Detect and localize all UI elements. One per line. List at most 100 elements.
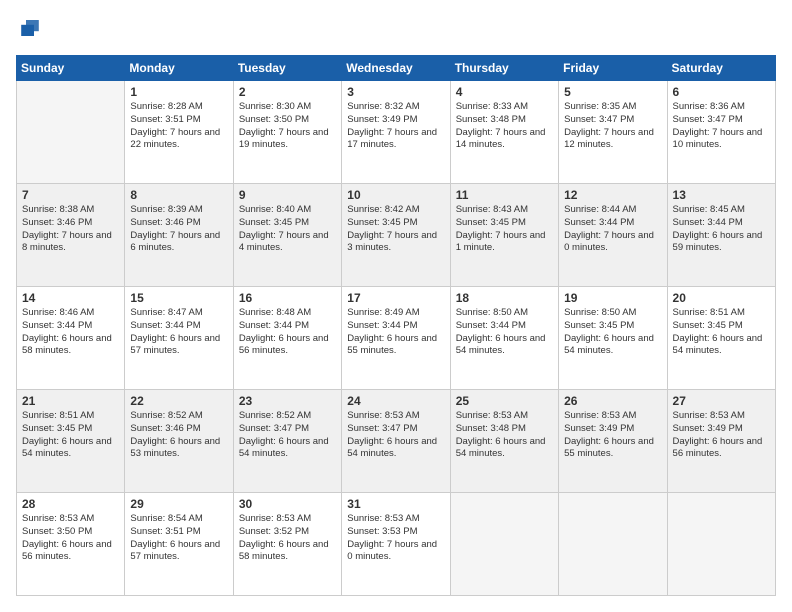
calendar-cell: 29Sunrise: 8:54 AM Sunset: 3:51 PM Dayli… — [125, 493, 233, 596]
calendar-cell: 7 Sunrise: 8:38 AM Sunset: 3:46 PM Daylig… — [17, 184, 125, 287]
day-number: 24 — [347, 394, 444, 408]
day-info: Sunrise: 8:33 AM Sunset: 3:48 PM Dayligh… — [456, 101, 553, 152]
calendar-header-row: Sunday Monday Tuesday Wednesday Thursday… — [17, 56, 776, 81]
col-monday: Monday — [125, 56, 233, 81]
calendar-cell: 12Sunrise: 8:44 AM Sunset: 3:44 PM Dayli… — [559, 184, 667, 287]
day-info: Sunrise: 8:46 AM Sunset: 3:44 PM Dayligh… — [22, 307, 119, 358]
day-number: 3 — [347, 85, 444, 99]
col-saturday: Saturday — [667, 56, 775, 81]
page: Sunday Monday Tuesday Wednesday Thursday… — [0, 0, 792, 612]
calendar-cell: 9 Sunrise: 8:40 AM Sunset: 3:45 PM Daylig… — [233, 184, 341, 287]
col-wednesday: Wednesday — [342, 56, 450, 81]
day-number: 6 — [673, 85, 770, 99]
calendar-cell: 3 Sunrise: 8:32 AM Sunset: 3:49 PM Daylig… — [342, 81, 450, 184]
day-info: Sunrise: 8:53 AM Sunset: 3:52 PM Dayligh… — [239, 513, 336, 564]
day-info: Sunrise: 8:53 AM Sunset: 3:53 PM Dayligh… — [347, 513, 444, 564]
calendar-cell: 22 Sunrise: 8:52 AM Sunset: 3:46 PM Dayli… — [125, 390, 233, 493]
day-number: 29 — [130, 497, 227, 511]
calendar-cell: 19 Sunrise: 8:50 AM Sunset: 3:45 PM Dayli… — [559, 287, 667, 390]
day-number: 11 — [456, 188, 553, 202]
day-number: 13 — [673, 188, 770, 202]
calendar-week-row: 7 Sunrise: 8:38 AM Sunset: 3:46 PM Daylig… — [17, 184, 776, 287]
calendar-cell: 11 Sunrise: 8:43 AM Sunset: 3:45 PM Dayli… — [450, 184, 558, 287]
calendar-cell: 28 Sunrise: 8:53 AM Sunset: 3:50 PM Dayli… — [17, 493, 125, 596]
logo-icon — [18, 16, 42, 40]
day-number: 22 — [130, 394, 227, 408]
day-number: 16 — [239, 291, 336, 305]
day-info: Sunrise: 8:32 AM Sunset: 3:49 PM Dayligh… — [347, 101, 444, 152]
calendar-cell: 25 Sunrise: 8:53 AM Sunset: 3:48 PM Dayli… — [450, 390, 558, 493]
calendar-cell: 13 Sunrise: 8:45 AM Sunset: 3:44 PM Dayli… — [667, 184, 775, 287]
day-info: Sunrise: 8:36 AM Sunset: 3:47 PM Dayligh… — [673, 101, 770, 152]
day-info: Sunrise: 8:48 AM Sunset: 3:44 PM Dayligh… — [239, 307, 336, 358]
day-number: 31 — [347, 497, 444, 511]
day-info: Sunrise: 8:53 AM Sunset: 3:47 PM Dayligh… — [347, 410, 444, 461]
day-info: Sunrise: 8:42 AM Sunset: 3:45 PM Dayligh… — [347, 204, 444, 255]
day-number: 25 — [456, 394, 553, 408]
day-number: 9 — [239, 188, 336, 202]
day-number: 1 — [130, 85, 227, 99]
day-number: 8 — [130, 188, 227, 202]
logo — [16, 16, 46, 45]
day-number: 15 — [130, 291, 227, 305]
day-info: Sunrise: 8:53 AM Sunset: 3:49 PM Dayligh… — [564, 410, 661, 461]
header — [16, 16, 776, 45]
col-sunday: Sunday — [17, 56, 125, 81]
day-info: Sunrise: 8:47 AM Sunset: 3:44 PM Dayligh… — [130, 307, 227, 358]
day-number: 17 — [347, 291, 444, 305]
calendar-cell — [667, 493, 775, 596]
day-number: 19 — [564, 291, 661, 305]
day-number: 21 — [22, 394, 119, 408]
day-info: Sunrise: 8:53 AM Sunset: 3:50 PM Dayligh… — [22, 513, 119, 564]
calendar-cell: 18 Sunrise: 8:50 AM Sunset: 3:44 PM Dayli… — [450, 287, 558, 390]
day-info: Sunrise: 8:53 AM Sunset: 3:49 PM Dayligh… — [673, 410, 770, 461]
day-number: 18 — [456, 291, 553, 305]
day-info: Sunrise: 8:40 AM Sunset: 3:45 PM Dayligh… — [239, 204, 336, 255]
day-info: Sunrise: 8:30 AM Sunset: 3:50 PM Dayligh… — [239, 101, 336, 152]
calendar-week-row: 14 Sunrise: 8:46 AM Sunset: 3:44 PM Dayli… — [17, 287, 776, 390]
day-info: Sunrise: 8:50 AM Sunset: 3:45 PM Dayligh… — [564, 307, 661, 358]
calendar-cell: 27 Sunrise: 8:53 AM Sunset: 3:49 PM Dayli… — [667, 390, 775, 493]
calendar-cell: 2 Sunrise: 8:30 AM Sunset: 3:50 PM Daylig… — [233, 81, 341, 184]
day-number: 27 — [673, 394, 770, 408]
day-number: 28 — [22, 497, 119, 511]
day-info: Sunrise: 8:39 AM Sunset: 3:46 PM Dayligh… — [130, 204, 227, 255]
day-info: Sunrise: 8:51 AM Sunset: 3:45 PM Dayligh… — [673, 307, 770, 358]
calendar-cell: 26Sunrise: 8:53 AM Sunset: 3:49 PM Dayli… — [559, 390, 667, 493]
day-info: Sunrise: 8:38 AM Sunset: 3:46 PM Dayligh… — [22, 204, 119, 255]
day-info: Sunrise: 8:50 AM Sunset: 3:44 PM Dayligh… — [456, 307, 553, 358]
calendar-cell — [17, 81, 125, 184]
day-info: Sunrise: 8:52 AM Sunset: 3:46 PM Dayligh… — [130, 410, 227, 461]
calendar-table: Sunday Monday Tuesday Wednesday Thursday… — [16, 55, 776, 596]
day-number: 2 — [239, 85, 336, 99]
day-info: Sunrise: 8:35 AM Sunset: 3:47 PM Dayligh… — [564, 101, 661, 152]
calendar-week-row: 1 Sunrise: 8:28 AM Sunset: 3:51 PM Daylig… — [17, 81, 776, 184]
calendar-cell: 15 Sunrise: 8:47 AM Sunset: 3:44 PM Dayli… — [125, 287, 233, 390]
day-number: 7 — [22, 188, 119, 202]
col-tuesday: Tuesday — [233, 56, 341, 81]
calendar-cell: 30 Sunrise: 8:53 AM Sunset: 3:52 PM Dayli… — [233, 493, 341, 596]
day-info: Sunrise: 8:52 AM Sunset: 3:47 PM Dayligh… — [239, 410, 336, 461]
calendar-cell: 21Sunrise: 8:51 AM Sunset: 3:45 PM Dayli… — [17, 390, 125, 493]
day-number: 14 — [22, 291, 119, 305]
day-info: Sunrise: 8:43 AM Sunset: 3:45 PM Dayligh… — [456, 204, 553, 255]
day-info: Sunrise: 8:28 AM Sunset: 3:51 PM Dayligh… — [130, 101, 227, 152]
calendar-cell: 20 Sunrise: 8:51 AM Sunset: 3:45 PM Dayli… — [667, 287, 775, 390]
calendar-cell: 16 Sunrise: 8:48 AM Sunset: 3:44 PM Dayli… — [233, 287, 341, 390]
calendar-cell: 24 Sunrise: 8:53 AM Sunset: 3:47 PM Dayli… — [342, 390, 450, 493]
calendar-week-row: 28 Sunrise: 8:53 AM Sunset: 3:50 PM Dayli… — [17, 493, 776, 596]
col-friday: Friday — [559, 56, 667, 81]
day-info: Sunrise: 8:53 AM Sunset: 3:48 PM Dayligh… — [456, 410, 553, 461]
day-number: 30 — [239, 497, 336, 511]
day-number: 4 — [456, 85, 553, 99]
col-thursday: Thursday — [450, 56, 558, 81]
calendar-cell: 17 Sunrise: 8:49 AM Sunset: 3:44 PM Dayli… — [342, 287, 450, 390]
day-number: 10 — [347, 188, 444, 202]
day-number: 5 — [564, 85, 661, 99]
day-info: Sunrise: 8:45 AM Sunset: 3:44 PM Dayligh… — [673, 204, 770, 255]
day-number: 23 — [239, 394, 336, 408]
day-number: 20 — [673, 291, 770, 305]
day-info: Sunrise: 8:49 AM Sunset: 3:44 PM Dayligh… — [347, 307, 444, 358]
calendar-cell: 23 Sunrise: 8:52 AM Sunset: 3:47 PM Dayli… — [233, 390, 341, 493]
calendar-cell: 1 Sunrise: 8:28 AM Sunset: 3:51 PM Daylig… — [125, 81, 233, 184]
